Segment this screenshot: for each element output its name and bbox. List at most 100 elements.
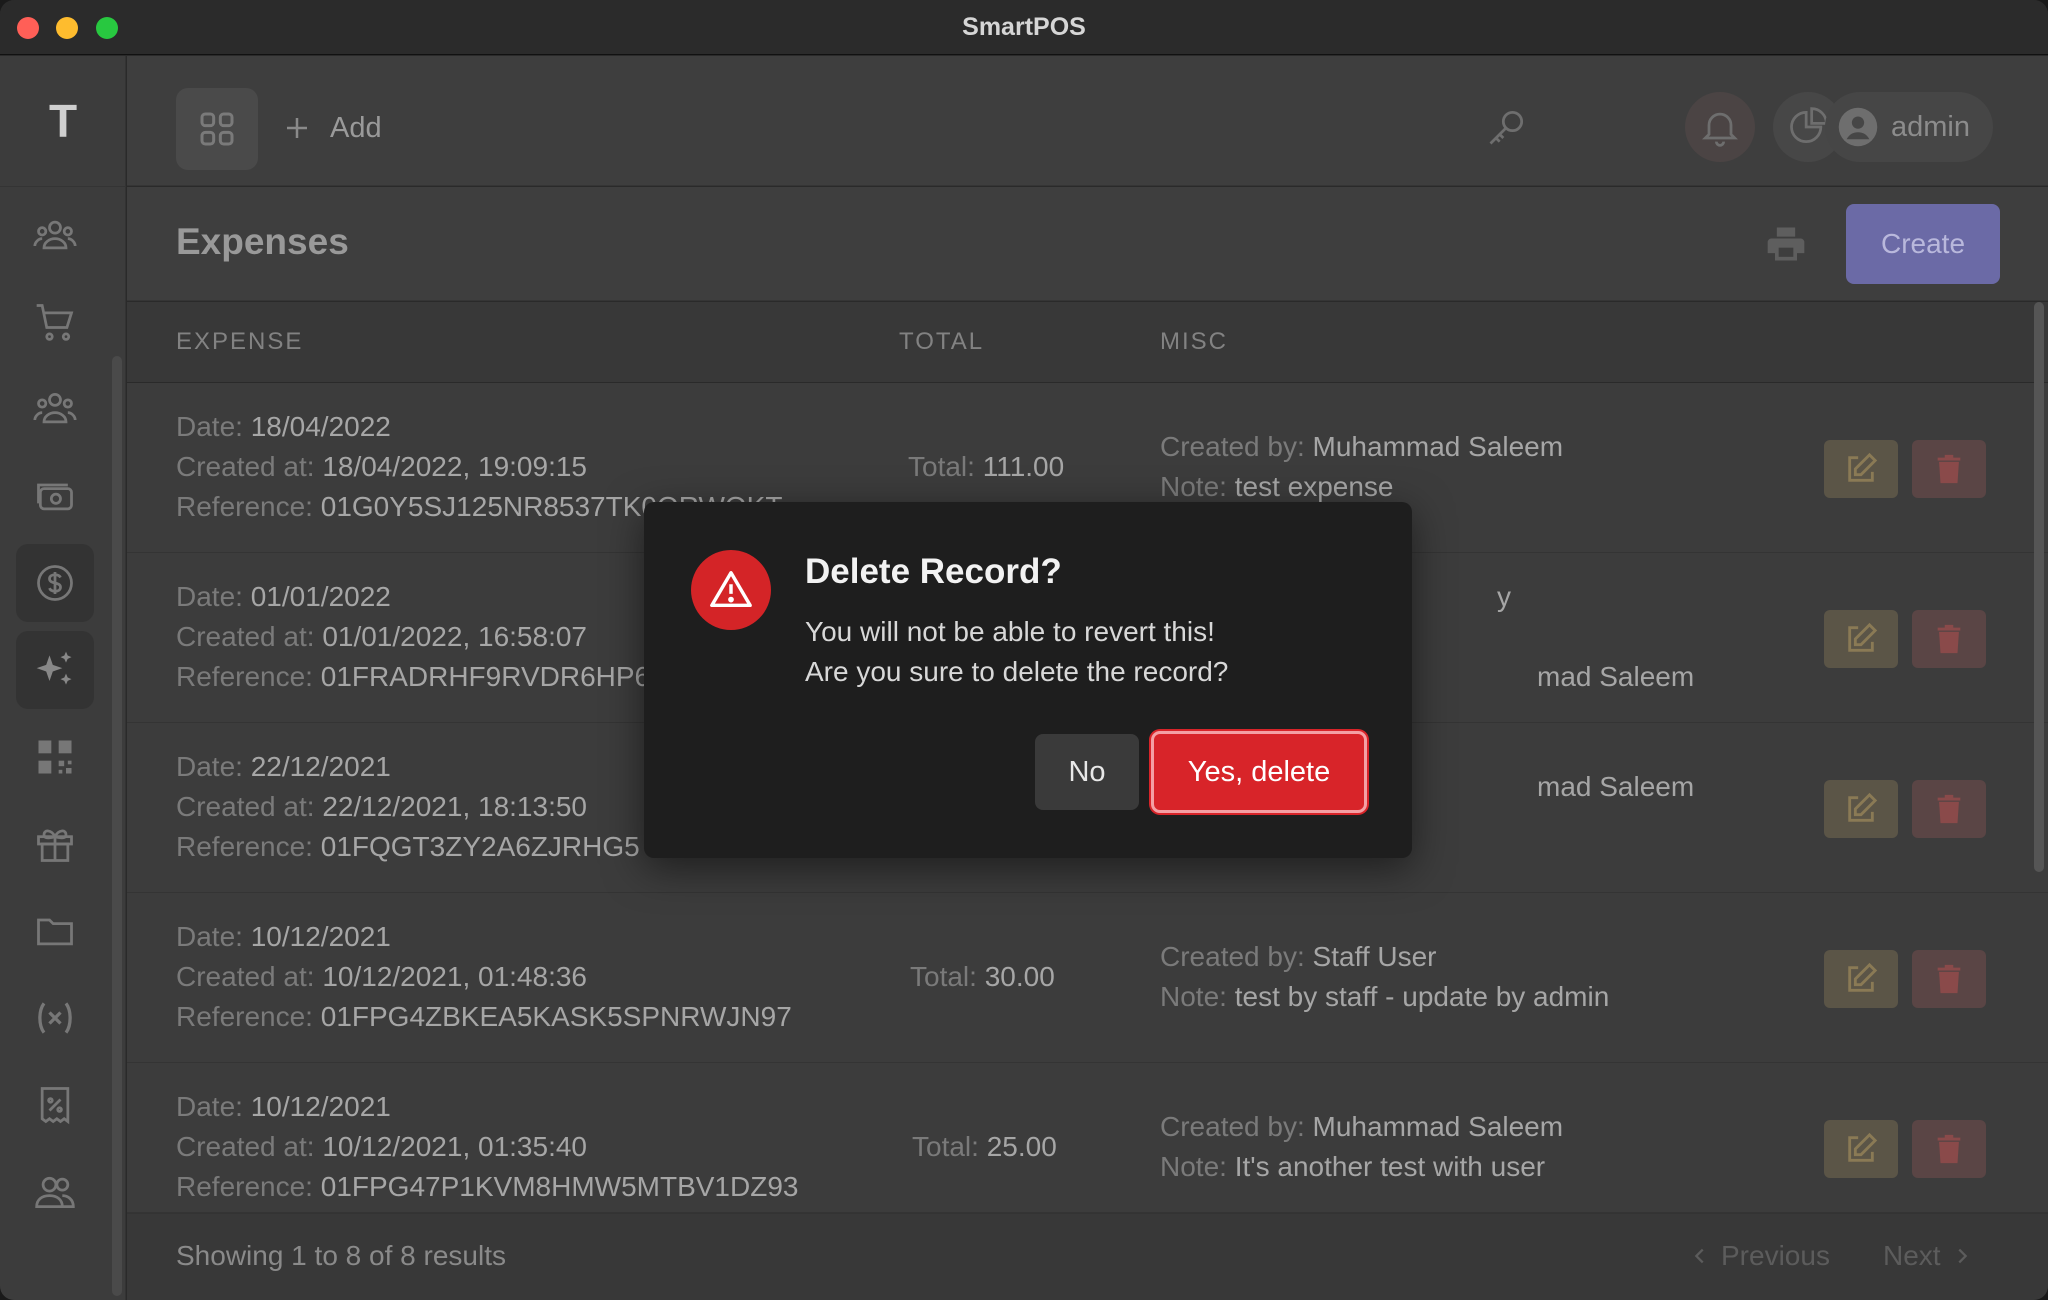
sidebar: T [0,56,126,1300]
sidebar-item-barcodes[interactable] [16,718,94,796]
row-created-by: Created by: Muhammad Saleem [1160,1111,1564,1142]
window-title: SmartPOS [962,13,1086,41]
edit-icon [1848,962,1878,992]
dollar-icon [37,565,73,601]
row-reference: Reference: 01FPG47P1KVM8HMW5MTBV1DZ93 [176,1171,799,1202]
app-window: SmartPOS T Add admin Expenses Create EXP… [0,0,2048,1300]
receipt-percent-icon [40,1087,70,1125]
column-header-misc: MISC [1160,328,1228,355]
table-row: Date: 10/12/2021 Created at: 10/12/2021,… [127,1063,2048,1213]
row-created-at: Created at: 22/12/2021, 18:13:50 [176,791,587,822]
sidebar-item-gifts[interactable] [16,805,94,883]
create-button[interactable]: Create [1846,204,2000,284]
key-icon [1489,110,1524,145]
grid-icon [200,112,234,146]
sidebar-item-sales[interactable] [16,283,94,361]
cart-icon [36,304,74,341]
delete-button[interactable] [1912,610,1986,668]
sidebar-scrollbar[interactable] [112,356,122,1296]
sidebar-item-variables[interactable] [16,979,94,1057]
edit-icon [1848,622,1878,652]
folder-icon [37,918,73,946]
row-note: Note: test expense [1160,471,1394,502]
user-menu[interactable]: admin [1825,92,1993,162]
variable-icon [38,1002,72,1034]
edit-button[interactable] [1824,950,1898,1008]
add-button[interactable]: Add [282,96,382,160]
next-page-button[interactable]: Next [1883,1240,1973,1272]
row-reference: Reference: 01FPG4ZBKEA5KASK5SPNRWJN97 [176,1001,792,1032]
delete-button[interactable] [1912,780,1986,838]
sidebar-item-payments[interactable] [16,544,94,622]
edit-button[interactable] [1824,1120,1898,1178]
print-button[interactable] [1754,212,1818,276]
license-key-button[interactable] [1472,92,1542,162]
chevron-left-icon [1694,1248,1704,1264]
row-date: Date: 22/12/2021 [176,751,391,782]
sidebar-item-suppliers[interactable] [16,370,94,448]
row-created-by-partial: y [1497,581,1511,612]
row-total: Total: 25.00 [912,1131,1057,1162]
sparkles-icon [36,651,72,685]
delete-button[interactable] [1912,1120,1986,1178]
suppliers-icon [33,392,77,424]
yes-delete-button[interactable]: Yes, delete [1151,731,1367,813]
trash-icon [1937,624,1961,654]
row-created-at: Created at: 10/12/2021, 01:35:40 [176,1131,587,1162]
dialog-message-line-1: You will not be able to revert this! [805,616,1215,647]
row-created-by: Created by: Muhammad Saleem [1160,431,1564,462]
trash-icon [1937,964,1961,994]
add-label: Add [330,111,382,144]
row-reference: Reference: 01FQGT3ZY2A6ZJRHG5 [176,831,640,862]
edit-button[interactable] [1824,610,1898,668]
delete-button[interactable] [1912,440,1986,498]
row-reference: Reference: 01FRADRHF9RVDR6HP6 [176,661,651,692]
sidebar-divider [0,186,126,187]
delete-button[interactable] [1912,950,1986,1008]
row-total: Total: 30.00 [910,961,1055,992]
app-logo: T [48,95,78,147]
previous-label: Previous [1721,1240,1830,1271]
column-header-total: TOTAL [899,328,985,355]
row-note-partial: mad Saleem [1537,661,1695,692]
previous-page-button[interactable]: Previous [1689,1240,1830,1272]
row-created-at: Created at: 10/12/2021, 01:48:36 [176,961,587,992]
sidebar-item-cash[interactable] [16,457,94,535]
row-date: Date: 10/12/2021 [176,921,391,952]
row-date: Date: 18/04/2022 [176,411,391,442]
dialog-title: Delete Record? [805,552,1062,591]
edit-icon [1848,452,1878,482]
title-bar: SmartPOS [0,0,2048,55]
row-date: Date: 01/01/2022 [176,581,391,612]
warning-icon [710,571,752,608]
trash-icon [1937,794,1961,824]
no-button[interactable]: No [1035,734,1139,810]
sidebar-item-taxes[interactable] [16,1066,94,1144]
page-header: Expenses Create [127,187,2048,301]
column-header-expense: EXPENSE [176,328,304,355]
user-name: admin [1891,110,1970,143]
trash-icon [1937,1134,1961,1164]
table-row: Date: 10/12/2021 Created at: 10/12/2021,… [127,893,2048,1063]
warning-badge [691,550,771,630]
edit-icon [1848,1132,1878,1162]
trash-icon [1937,454,1961,484]
qrcode-icon [38,740,72,774]
sidebar-item-customers[interactable] [16,196,94,274]
row-date: Date: 10/12/2021 [176,1091,391,1122]
sidebar-item-expenses[interactable] [16,631,94,709]
gift-icon [37,829,73,862]
notifications-button[interactable] [1685,92,1755,162]
apps-grid-button[interactable] [176,88,258,170]
edit-icon [1848,792,1878,822]
user-avatar-icon [1838,107,1878,147]
edit-button[interactable] [1824,780,1898,838]
printer-icon [1767,227,1805,261]
sidebar-item-categories[interactable] [16,892,94,970]
sidebar-item-users[interactable] [16,1153,94,1231]
table-scrollbar[interactable] [2034,302,2044,872]
pie-chart-icon [1790,107,1828,144]
edit-button[interactable] [1824,440,1898,498]
top-bar: Add admin [127,56,2048,186]
table-footer: Showing 1 to 8 of 8 results Previous Nex… [127,1213,2048,1300]
